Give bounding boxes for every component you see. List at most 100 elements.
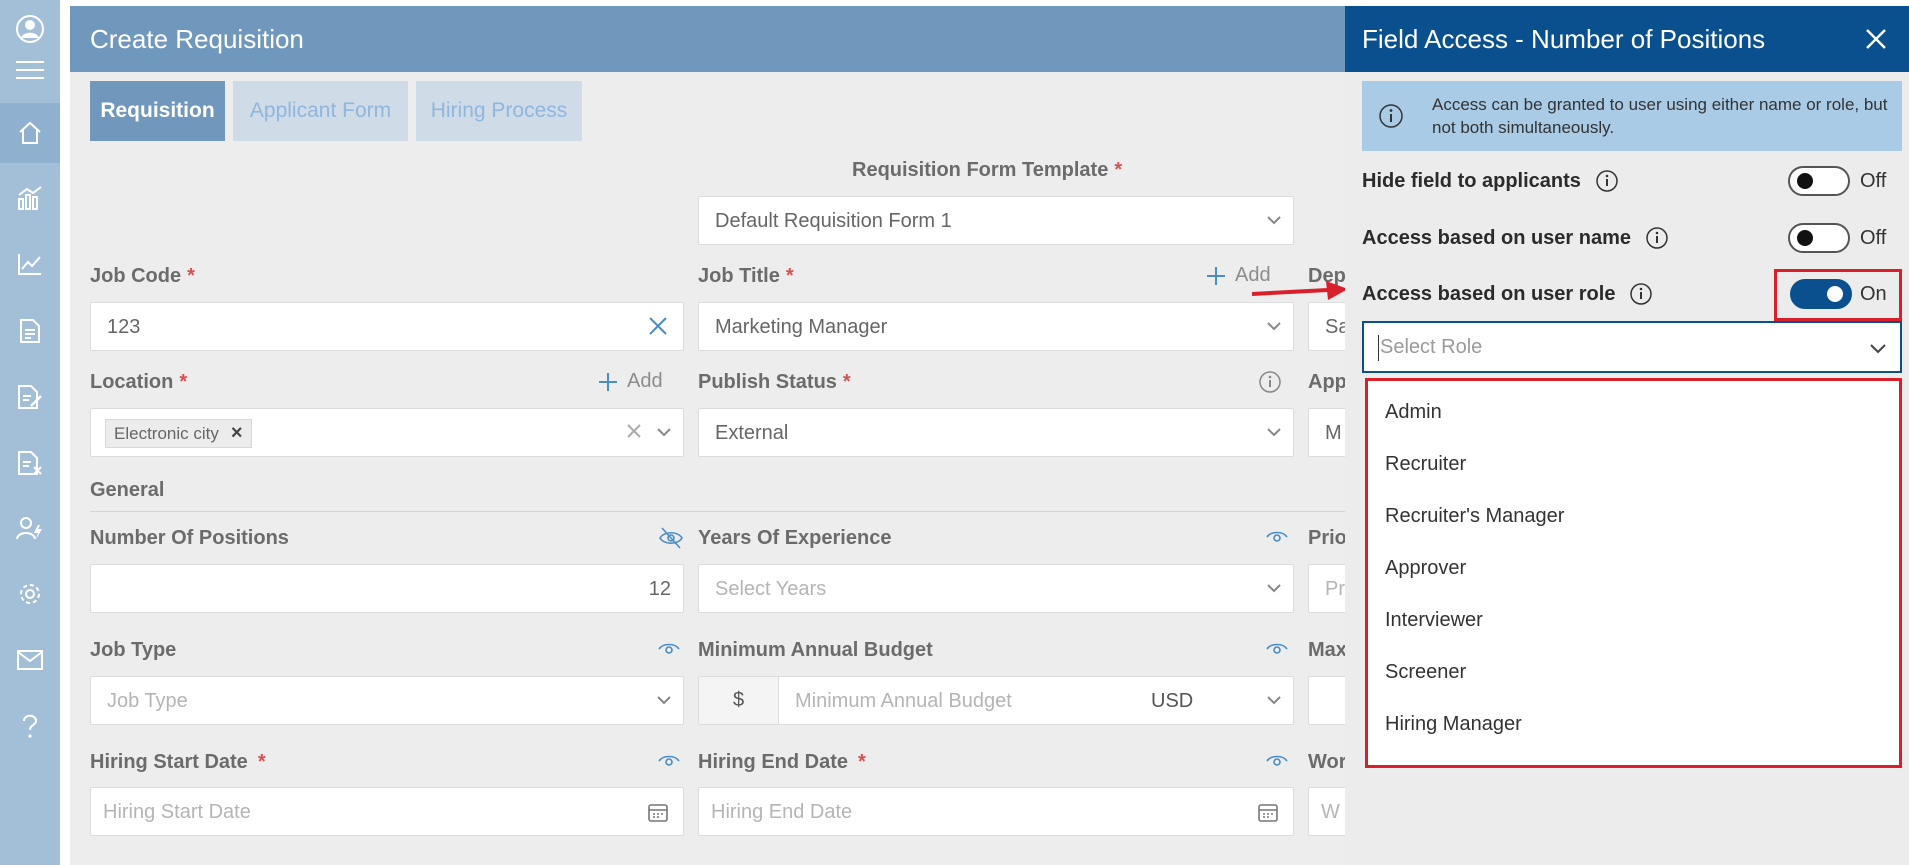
- publish-status-select[interactable]: External: [698, 408, 1294, 457]
- job-title-select[interactable]: Marketing Manager: [698, 302, 1294, 351]
- info-icon: [1646, 227, 1668, 249]
- user-settings-icon[interactable]: [14, 512, 46, 544]
- user-name-access-label: Access based on user name: [1362, 226, 1669, 250]
- add-label: Add: [627, 370, 663, 392]
- hide-field-toggle[interactable]: [1788, 166, 1850, 196]
- info-icon[interactable]: [1258, 370, 1282, 399]
- chevron-down-icon: [655, 691, 673, 715]
- section-divider: [90, 511, 1345, 512]
- analytics-icon[interactable]: [14, 182, 46, 214]
- job-code-value: 123: [107, 316, 141, 338]
- role-option-recruiter[interactable]: Recruiter: [1385, 453, 1466, 476]
- chevron-down-icon: [1265, 691, 1283, 715]
- chevron-down-icon: [1265, 211, 1283, 235]
- approval-label: App: [1308, 371, 1345, 393]
- chevron-down-icon: [655, 423, 673, 447]
- min-budget-input[interactable]: $ Minimum Annual Budget USD: [698, 676, 1294, 725]
- role-option-admin[interactable]: Admin: [1385, 401, 1442, 424]
- department-select[interactable]: Sa: [1308, 302, 1345, 351]
- chip-remove-icon[interactable]: ×: [231, 422, 243, 445]
- job-title-label: Job Title *: [698, 265, 794, 287]
- calendar-icon[interactable]: [647, 801, 669, 829]
- eye-off-icon[interactable]: [658, 526, 684, 555]
- number-of-positions-label: Number Of Positions: [90, 527, 289, 549]
- select-role-input[interactable]: Select Role: [1362, 321, 1902, 373]
- location-label: Location *: [90, 371, 188, 393]
- document-remove-icon[interactable]: [14, 447, 46, 479]
- eye-icon[interactable]: [658, 640, 680, 663]
- left-sidebar: [0, 0, 60, 865]
- clear-icon[interactable]: [647, 315, 669, 343]
- role-option-hiring-manager[interactable]: Hiring Manager: [1385, 713, 1522, 736]
- role-option-screener[interactable]: Screener: [1385, 661, 1466, 684]
- location-input[interactable]: Electronic city ×: [90, 408, 684, 457]
- mail-icon[interactable]: [14, 644, 46, 676]
- work-placeholder: W: [1321, 801, 1340, 823]
- user-role-access-label: Access based on user role: [1362, 282, 1653, 306]
- select-role-placeholder: Select Role: [1380, 336, 1483, 358]
- hiring-start-placeholder: Hiring Start Date: [103, 801, 251, 823]
- home-icon[interactable]: [14, 117, 46, 149]
- hiring-end-date-input[interactable]: Hiring End Date: [698, 787, 1294, 836]
- number-of-positions-input[interactable]: 12: [90, 564, 684, 613]
- template-select[interactable]: Default Requisition Form 1: [698, 196, 1294, 245]
- eye-icon[interactable]: [1266, 640, 1288, 663]
- role-option-approver[interactable]: Approver: [1385, 557, 1466, 580]
- hiring-start-date-input[interactable]: Hiring Start Date: [90, 787, 684, 836]
- tab-requisition[interactable]: Requisition: [90, 81, 225, 141]
- job-type-placeholder: Job Type: [107, 690, 188, 712]
- document-icon[interactable]: [14, 315, 46, 347]
- currency-select[interactable]: USD: [1151, 690, 1193, 713]
- years-experience-placeholder: Select Years: [715, 578, 827, 600]
- eye-icon[interactable]: [658, 752, 680, 775]
- text-caret: [1378, 335, 1379, 361]
- page-header: Create Requisition: [70, 6, 1345, 72]
- min-budget-placeholder: Minimum Annual Budget: [795, 690, 1012, 712]
- job-code-input[interactable]: 123: [90, 302, 684, 351]
- tab-hiring-process[interactable]: Hiring Process: [416, 81, 582, 141]
- info-icon: [1596, 170, 1618, 192]
- approval-select[interactable]: M: [1308, 408, 1345, 457]
- user-name-access-toggle[interactable]: [1788, 223, 1850, 253]
- hiring-start-label: Hiring Start Date *: [90, 751, 266, 773]
- hiring-end-placeholder: Hiring End Date: [711, 801, 853, 823]
- years-experience-select[interactable]: Select Years: [698, 564, 1294, 613]
- max-budget-input[interactable]: [1308, 676, 1345, 725]
- gear-icon[interactable]: [14, 578, 46, 610]
- role-option-interviewer[interactable]: Interviewer: [1385, 609, 1483, 632]
- clear-icon[interactable]: [625, 422, 643, 446]
- work-input[interactable]: W: [1308, 787, 1345, 836]
- chevron-down-icon: [1868, 338, 1888, 363]
- number-of-positions-value: 12: [648, 578, 671, 600]
- panel-header: Field Access - Number of Positions: [1345, 6, 1909, 72]
- job-type-select[interactable]: Job Type: [90, 676, 684, 725]
- template-value: Default Requisition Form 1: [715, 210, 952, 232]
- priority-label: Prio: [1308, 527, 1345, 549]
- user-icon[interactable]: [14, 13, 46, 45]
- eye-icon[interactable]: [1266, 528, 1288, 551]
- min-budget-label: Minimum Annual Budget: [698, 639, 933, 661]
- tab-applicant-form[interactable]: Applicant Form: [233, 81, 408, 141]
- publish-status-value: External: [715, 422, 789, 444]
- years-experience-label: Years Of Experience: [698, 527, 892, 549]
- eye-icon[interactable]: [1266, 752, 1288, 775]
- location-chip: Electronic city ×: [105, 419, 252, 448]
- job-type-label: Job Type: [90, 639, 177, 661]
- calendar-icon[interactable]: [1257, 801, 1279, 829]
- max-budget-label: Max: [1308, 639, 1345, 661]
- plus-icon: [599, 372, 617, 391]
- add-location-button[interactable]: Add: [597, 370, 663, 393]
- role-option-recruiters-manager[interactable]: Recruiter's Manager: [1385, 505, 1564, 528]
- info-text: Access can be granted to user using eith…: [1432, 95, 1888, 137]
- chevron-down-icon: [1265, 317, 1283, 341]
- close-icon[interactable]: [1863, 26, 1889, 57]
- line-chart-icon[interactable]: [14, 248, 46, 280]
- document-edit-icon[interactable]: [14, 381, 46, 413]
- menu-icon[interactable]: [14, 54, 46, 86]
- info-icon: [1378, 103, 1404, 134]
- department-value: Sa: [1325, 316, 1345, 338]
- priority-select[interactable]: Pr: [1308, 564, 1345, 613]
- approval-value: M: [1325, 422, 1342, 444]
- role-dropdown-list: Admin Recruiter Recruiter's Manager Appr…: [1365, 378, 1902, 768]
- help-icon[interactable]: [14, 710, 46, 742]
